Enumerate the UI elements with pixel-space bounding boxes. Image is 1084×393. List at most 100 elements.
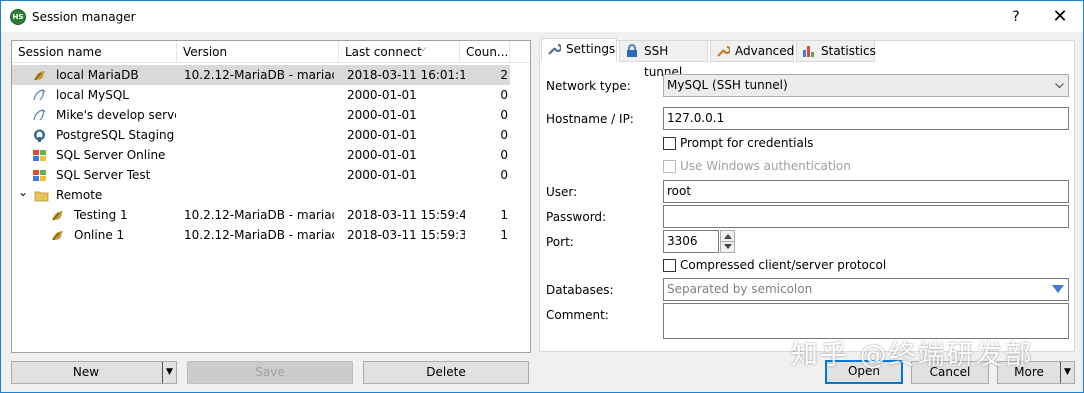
comment-label: Comment: — [546, 308, 609, 322]
cell-last: 2000-01-01 — [347, 128, 417, 142]
cell-count: 0 — [500, 128, 508, 142]
spin-up-icon[interactable] — [724, 234, 732, 239]
hostname-label: Hostname / IP: — [546, 112, 634, 126]
cell-count: 1 — [500, 208, 508, 222]
session-row[interactable]: local MariaDB 10.2.12-MariaDB - mariadb..… — [12, 65, 510, 85]
mariadb-icon — [34, 71, 45, 81]
mariadb-icon — [52, 231, 63, 241]
cell-name: SQL Server Test — [56, 168, 151, 182]
column-count[interactable]: Coun... — [460, 41, 510, 63]
user-input[interactable]: root — [663, 180, 1069, 203]
cell-name: local MySQL — [56, 88, 129, 102]
user-label: User: — [546, 185, 578, 199]
cell-count: 2 — [500, 68, 508, 82]
save-button[interactable]: Save — [187, 361, 353, 384]
folder-row-remote[interactable]: ⌄ Remote — [12, 185, 510, 205]
cell-last: 2000-01-01 — [347, 108, 417, 122]
sqlserver-icon — [33, 150, 46, 161]
wrench-icon — [548, 43, 561, 55]
window-title: Session manager — [32, 9, 136, 24]
column-last-connect-label: Last connect — [345, 45, 422, 59]
more-dropdown-icon[interactable]: ▼ — [1060, 362, 1074, 383]
tab-settings[interactable]: Settings — [541, 38, 617, 62]
tab-advanced[interactable]: Advanced — [710, 40, 794, 62]
close-button[interactable]: ✕ — [1037, 1, 1083, 32]
network-type-label: Network type: — [546, 79, 631, 93]
column-version[interactable]: Version — [177, 41, 339, 63]
session-row[interactable]: Mike's develop server 2000-01-01 0 — [12, 105, 510, 125]
databases-input[interactable]: Separated by semicolon — [663, 278, 1069, 301]
cell-last: 2000-01-01 — [347, 168, 417, 182]
tab-ssh-tunnel[interactable]: SSH tunnel — [619, 40, 708, 79]
databases-label: Databases: — [546, 283, 614, 297]
spin-down-icon[interactable] — [724, 244, 732, 249]
cell-version: 10.2.12-MariaDB - mariadb... — [184, 228, 334, 242]
cell-last: 2018-03-11 16:01:18 — [347, 68, 465, 82]
cell-count: 0 — [500, 168, 508, 182]
new-button-label: New — [72, 365, 100, 379]
session-tree[interactable]: Session name Version Last connect ⌵ Coun.… — [11, 40, 531, 353]
cell-last: 2000-01-01 — [347, 88, 417, 102]
session-row[interactable]: Online 1 10.2.12-MariaDB - mariadb... 2018… — [12, 225, 510, 245]
cell-version: 10.2.12-MariaDB - mariadb... — [184, 208, 334, 222]
cell-name: SQL Server Online — [56, 148, 166, 162]
cell-last: 2018-03-11 15:59:39 — [347, 228, 465, 242]
session-row[interactable]: SQL Server Online 2000-01-01 0 — [12, 145, 510, 165]
cell-count: 1 — [500, 228, 508, 242]
password-label: Password: — [546, 210, 607, 224]
session-row[interactable]: SQL Server Test 2000-01-01 0 — [12, 165, 510, 185]
cell-name: Mike's develop server — [56, 108, 176, 122]
tree-header: Session name Version Last connect ⌵ Coun.… — [12, 41, 530, 63]
new-button[interactable]: New ▼ — [11, 361, 177, 384]
lock-icon — [627, 44, 637, 57]
tab-statistics-label: Statistics — [821, 44, 876, 58]
watermark-text: 知乎 @终端研发部 — [791, 340, 1034, 371]
port-spinner[interactable] — [720, 230, 735, 253]
cell-last: 2000-01-01 — [347, 148, 417, 162]
delete-button[interactable]: Delete — [363, 361, 529, 384]
cell-count: 0 — [500, 108, 508, 122]
databases-placeholder: Separated by semicolon — [667, 282, 813, 296]
chevron-down-icon — [1055, 83, 1064, 89]
compressed-checkbox[interactable] — [663, 259, 676, 272]
session-manager-window: HS Session manager ? ✕ Session name Vers… — [0, 0, 1084, 393]
prompt-credentials-label: Prompt for credentials — [680, 136, 814, 150]
tab-settings-label: Settings — [566, 42, 616, 56]
port-input[interactable]: 3306 — [663, 230, 719, 253]
expand-chevron-icon[interactable]: ⌄ — [18, 182, 28, 202]
column-last-connect[interactable]: Last connect ⌵ — [339, 41, 460, 63]
session-row[interactable]: local MySQL 2000-01-01 0 — [12, 85, 510, 105]
cell-name: Remote — [56, 188, 103, 202]
tab-statistics[interactable]: Statistics — [796, 40, 876, 62]
cell-count: 0 — [500, 88, 508, 102]
cell-count: 0 — [500, 148, 508, 162]
password-input[interactable] — [663, 205, 1069, 228]
dropdown-arrow-icon[interactable] — [1052, 285, 1064, 293]
network-type-select[interactable]: MySQL (SSH tunnel) — [663, 74, 1069, 97]
compressed-label: Compressed client/server protocol — [680, 258, 887, 272]
cell-name: Online 1 — [74, 228, 125, 242]
windows-auth-label: Use Windows authentication — [680, 159, 851, 173]
postgresql-icon — [34, 129, 45, 142]
session-row[interactable]: Testing 1 10.2.12-MariaDB - mariadb... 201… — [12, 205, 510, 225]
cell-name: local MariaDB — [56, 68, 139, 82]
sort-chevron-icon: ⌵ — [419, 43, 427, 54]
wrench-icon — [717, 45, 730, 57]
cell-last: 2018-03-11 15:59:41 — [347, 208, 465, 222]
folder-icon — [34, 191, 49, 202]
cell-name: Testing 1 — [74, 208, 128, 222]
column-session-name[interactable]: Session name — [12, 41, 177, 63]
mysql-icon — [33, 89, 46, 101]
new-dropdown-icon[interactable]: ▼ — [162, 362, 176, 383]
cell-version: 10.2.12-MariaDB - mariadb... — [184, 68, 334, 82]
spinner-divider — [721, 241, 734, 242]
help-button[interactable]: ? — [993, 1, 1039, 32]
session-row[interactable]: PostgreSQL Staging 2000-01-01 0 — [12, 125, 510, 145]
title-bar: HS Session manager ? ✕ — [1, 1, 1083, 32]
sqlserver-icon — [33, 170, 46, 181]
windows-auth-checkbox[interactable] — [663, 160, 676, 173]
hostname-input[interactable]: 127.0.0.1 — [663, 107, 1069, 130]
prompt-credentials-checkbox[interactable] — [663, 137, 676, 150]
tab-advanced-label: Advanced — [735, 44, 795, 58]
port-label: Port: — [546, 235, 574, 249]
